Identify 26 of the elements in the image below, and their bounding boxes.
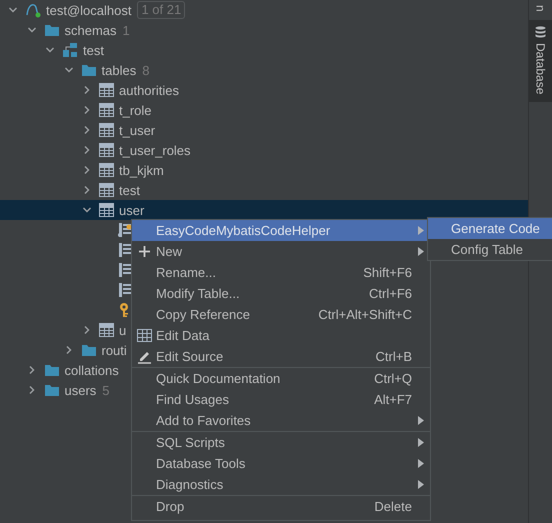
item-count: 8 [142,62,150,78]
shortcut-label: Ctrl+B [376,349,412,364]
tree-item-label: routi [102,342,127,358]
shortcut-label: Ctrl+F6 [369,286,412,301]
shortcut-label: Ctrl+Alt+Shift+C [318,307,412,322]
tree-item-label: t_role [119,102,152,118]
tree-item-label: test [119,182,140,198]
shortcut-label: Delete [374,499,412,514]
shortcut-label: Shift+F6 [363,265,412,280]
tree-item-label: user [119,202,144,218]
tree-item-label: schemas [64,22,117,38]
tree-item-label: t_user_roles [119,142,191,158]
shortcut-label: Ctrl+Q [374,371,412,386]
item-count: 1 [122,22,130,38]
tree-item-label: t_user [119,122,156,138]
tree-item-label: authorities [119,82,179,98]
shortcut-label: Alt+F7 [374,392,412,407]
tree-item-label: tables [102,62,136,78]
tree-item-label: users [64,382,96,398]
tree-item-label: u [119,322,126,338]
tree-item-label: test@localhost [46,2,132,18]
tree-item-label: collations [64,362,119,378]
item-count: 5 [102,382,110,398]
position-badge: 1 of 21 [137,1,186,19]
tree-item-label: test [83,42,104,58]
tree-item-label: tb_kjkm [119,162,164,178]
